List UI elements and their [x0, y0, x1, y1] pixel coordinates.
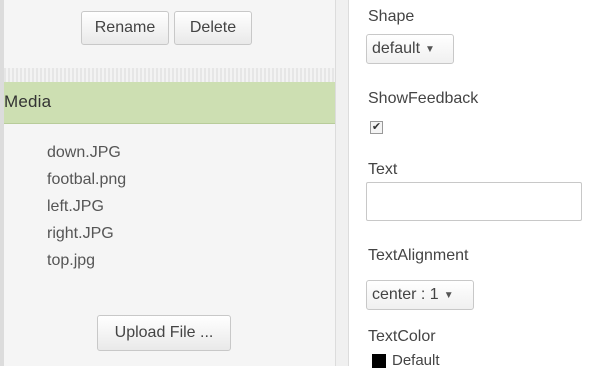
textalignment-value: center : 1 [372, 286, 439, 303]
media-header[interactable]: Media [4, 82, 335, 124]
rename-button[interactable]: Rename [81, 11, 169, 45]
assets-panel: Rename Delete Media down.JPG footbal.png… [0, 0, 335, 366]
text-label: Text [368, 161, 398, 178]
media-item-top[interactable]: top.jpg [47, 251, 126, 278]
textcolor-value[interactable]: Default [392, 352, 440, 369]
showfeedback-label: ShowFeedback [368, 90, 479, 107]
media-list: down.JPG footbal.png left.JPG right.JPG … [47, 143, 126, 278]
panel-edge [0, 0, 4, 366]
media-item-right[interactable]: right.JPG [47, 224, 126, 251]
properties-panel: Shape default ▼ ShowFeedback ✔ Text Text… [349, 0, 593, 369]
media-title: Media [4, 92, 52, 111]
textcolor-label: TextColor [368, 328, 436, 345]
chevron-down-icon: ▼ [443, 289, 454, 301]
delete-button[interactable]: Delete [174, 11, 252, 45]
shape-value: default [372, 40, 421, 57]
media-item-footbal[interactable]: footbal.png [47, 170, 126, 197]
shape-select[interactable]: default ▼ [366, 34, 454, 64]
upload-file-button[interactable]: Upload File ... [97, 315, 231, 351]
textalignment-select[interactable]: center : 1 ▼ [366, 280, 474, 310]
panel-divider[interactable] [335, 0, 349, 366]
text-input[interactable] [366, 182, 582, 221]
checkmark-icon: ✔ [371, 121, 382, 133]
textalignment-label: TextAlignment [368, 247, 469, 264]
chevron-down-icon: ▼ [425, 43, 435, 55]
media-item-down[interactable]: down.JPG [47, 143, 126, 170]
media-item-left[interactable]: left.JPG [47, 197, 126, 224]
panel-separator [4, 68, 335, 82]
showfeedback-checkbox[interactable]: ✔ [370, 121, 383, 134]
shape-label: Shape [368, 8, 415, 25]
